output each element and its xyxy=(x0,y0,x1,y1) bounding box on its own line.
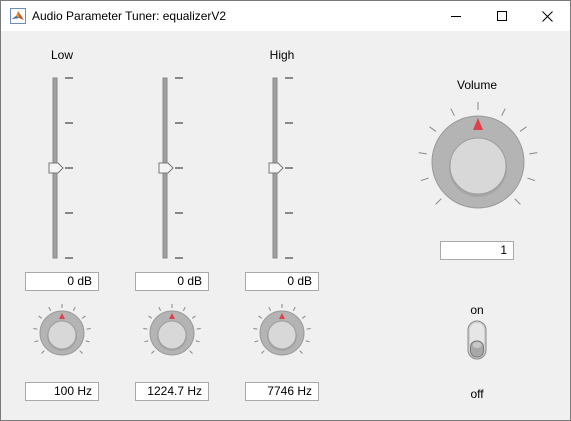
knob-tick xyxy=(292,306,296,311)
volume-field[interactable]: 1 xyxy=(440,241,514,260)
volume-knob[interactable] xyxy=(417,101,539,223)
knob-tick xyxy=(195,340,200,343)
knob-tick xyxy=(196,327,201,330)
gain-field-high[interactable]: 0 dB xyxy=(245,272,319,291)
knob-tick xyxy=(418,152,427,155)
on-off-toggle-switch[interactable] xyxy=(464,319,490,363)
gain-slider-high[interactable] xyxy=(265,71,305,263)
maximize-button[interactable] xyxy=(479,1,525,31)
close-icon xyxy=(541,10,553,22)
knob-tick xyxy=(253,327,258,330)
matlab-logo-icon xyxy=(10,8,26,24)
knob-tick xyxy=(33,327,38,330)
gain-field-low[interactable]: 0 dB xyxy=(25,272,99,291)
knob-tick xyxy=(258,315,263,319)
knob-tick xyxy=(299,350,303,354)
frequency-field-high[interactable]: 7746 Hz xyxy=(245,382,319,401)
slider-thumb[interactable] xyxy=(268,162,284,174)
minimize-button[interactable] xyxy=(433,1,479,31)
knob-tick xyxy=(182,306,186,311)
window-title: Audio Parameter Tuner: equalizerV2 xyxy=(32,9,227,23)
knob-tick xyxy=(38,315,43,319)
knob-tick xyxy=(501,108,506,116)
knob-tick xyxy=(254,340,259,343)
knob-tick xyxy=(450,108,455,116)
knob-tick xyxy=(41,350,45,354)
knob-tick xyxy=(158,306,162,311)
knob-tick xyxy=(34,340,39,343)
frequency-knob-high[interactable] xyxy=(252,303,312,363)
knob-tick xyxy=(151,350,155,354)
knob-tick xyxy=(189,350,193,354)
knob-tick xyxy=(306,327,311,330)
slider-thumb[interactable] xyxy=(48,162,64,174)
frequency-field-mid[interactable]: 1224.7 Hz xyxy=(135,382,209,401)
frequency-knob-mid[interactable] xyxy=(142,303,202,363)
volume-label: Volume xyxy=(456,78,498,92)
knob-tick xyxy=(529,152,538,155)
app-window: Audio Parameter Tuner: equalizerV2 Low H… xyxy=(0,0,571,421)
frequency-field-low[interactable]: 100 Hz xyxy=(25,382,99,401)
knob-tick xyxy=(81,315,86,319)
minimize-icon xyxy=(451,16,461,17)
maximize-icon xyxy=(497,11,507,21)
knob-tick xyxy=(191,315,196,319)
gain-slider-mid[interactable] xyxy=(155,71,195,263)
band-label-high: High xyxy=(269,48,295,62)
knob-tick xyxy=(79,350,83,354)
gain-field-mid[interactable]: 0 dB xyxy=(135,272,209,291)
knob-tick xyxy=(261,350,265,354)
band-label-low: Low xyxy=(50,48,73,62)
switch-on-label: on xyxy=(470,303,484,317)
knob-tick xyxy=(305,340,310,343)
knob-tick xyxy=(435,198,442,205)
knob-tick xyxy=(148,315,153,319)
knob-tick xyxy=(268,306,272,311)
knob-tick xyxy=(143,327,148,330)
knob-tick xyxy=(527,177,536,182)
knob-tick xyxy=(420,177,429,182)
knob-tick xyxy=(301,315,306,319)
knob-tick xyxy=(48,306,52,311)
knob-tick xyxy=(429,126,437,132)
switch-off-label: off xyxy=(470,387,484,401)
knob-tick xyxy=(85,340,90,343)
knob-tick xyxy=(519,126,527,132)
close-button[interactable] xyxy=(524,1,570,31)
frequency-knob-low[interactable] xyxy=(32,303,92,363)
knob-tick xyxy=(514,198,521,205)
knob-tick xyxy=(72,306,76,311)
knob-tick xyxy=(86,327,91,330)
title-bar: Audio Parameter Tuner: equalizerV2 xyxy=(1,1,570,31)
knob-tick xyxy=(144,340,149,343)
slider-thumb[interactable] xyxy=(158,162,174,174)
gain-slider-low[interactable] xyxy=(45,71,85,263)
